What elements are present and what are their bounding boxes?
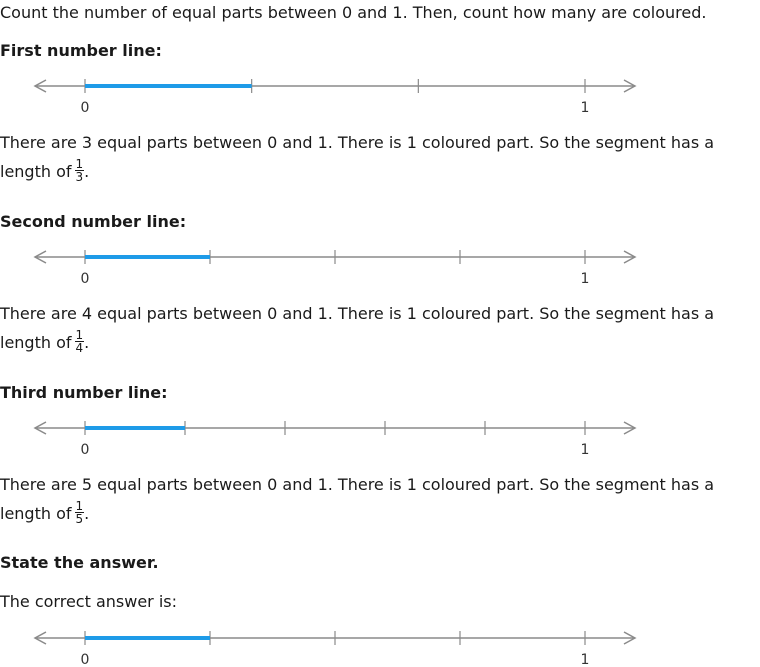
one-label: 1 — [581, 442, 590, 458]
fraction-numerator: 1 — [75, 328, 84, 342]
number-line-svg: 01 — [33, 631, 637, 667]
third-number-line-heading: Third number line: — [0, 383, 168, 402]
first-number-line-heading: First number line: — [0, 41, 162, 60]
second-length-line: length of 1 4. — [0, 328, 90, 356]
answer-number-line: 01 — [0, 624, 760, 667]
fraction-denominator: 4 — [74, 341, 85, 355]
fraction-denominator: 3 — [74, 170, 85, 184]
instruction-text: Count the number of equal parts between … — [0, 3, 707, 22]
number-line-svg: 01 — [33, 250, 637, 287]
fraction-numerator: 1 — [75, 499, 84, 513]
period: . — [84, 333, 90, 352]
second-number-line-heading: Second number line: — [0, 212, 187, 231]
first-explanation: There are 3 equal parts between 0 and 1.… — [0, 133, 715, 152]
second-number-line: 01 — [0, 243, 760, 287]
length-prefix: length of — [0, 504, 72, 523]
zero-label: 0 — [81, 652, 90, 667]
fraction-denominator: 5 — [74, 512, 85, 526]
first-number-line: 01 — [0, 72, 760, 116]
fraction-numerator: 1 — [75, 157, 84, 171]
zero-label: 0 — [81, 271, 90, 287]
third-length-line: length of 1 5. — [0, 499, 90, 527]
length-prefix: length of — [0, 162, 72, 181]
second-explanation: There are 4 equal parts between 0 and 1.… — [0, 304, 715, 323]
fraction: 14 — [74, 328, 85, 355]
number-line-svg: 01 — [33, 421, 637, 458]
fraction: 13 — [74, 157, 85, 184]
period: . — [84, 504, 90, 523]
length-prefix: length of — [0, 333, 72, 352]
one-label: 1 — [581, 271, 590, 287]
zero-label: 0 — [81, 442, 90, 458]
one-label: 1 — [581, 100, 590, 116]
fraction: 15 — [74, 499, 85, 526]
one-label: 1 — [581, 652, 590, 667]
period: . — [84, 162, 90, 181]
zero-label: 0 — [81, 100, 90, 116]
first-length-line: length of 1 3. — [0, 157, 90, 185]
third-explanation: There are 5 equal parts between 0 and 1.… — [0, 475, 715, 494]
number-line-svg: 01 — [33, 79, 637, 116]
answer-text: The correct answer is: — [0, 592, 177, 611]
answer-heading: State the answer. — [0, 553, 159, 572]
third-number-line: 01 — [0, 414, 760, 458]
